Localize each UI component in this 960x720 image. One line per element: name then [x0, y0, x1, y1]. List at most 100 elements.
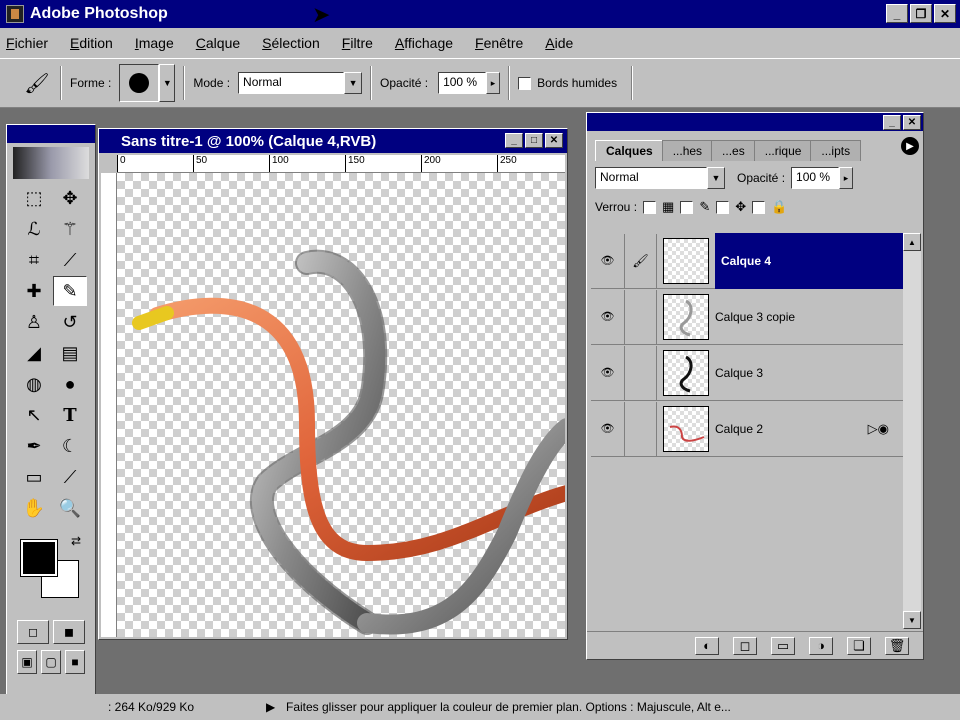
scroll-up-icon[interactable]: ▲: [903, 233, 921, 251]
layer-row[interactable]: 👁 Calque 3 copie: [591, 289, 903, 345]
menu-selection[interactable]: Sélection: [262, 35, 320, 51]
ruler-tick: 100: [269, 155, 289, 172]
palette-menu-icon[interactable]: ▶: [901, 137, 919, 155]
layer-list-scrollbar[interactable]: ▲ ▼: [903, 233, 921, 629]
layer-row[interactable]: 👁 Calque 2 ▷◉: [591, 401, 903, 457]
new-layer-set-icon[interactable]: ▭: [771, 636, 795, 655]
brush-dropdown-button[interactable]: ▼: [159, 64, 176, 102]
healing-icon[interactable]: ✚: [17, 276, 51, 306]
document-title-bar[interactable]: Sans titre-1 @ 100% (Calque 4,RVB) _ □ ✕: [99, 129, 567, 153]
menu-fichier[interactable]: Fichier: [6, 35, 48, 51]
slice-icon[interactable]: ⟋: [53, 245, 87, 275]
layer-thumbnail: [663, 405, 709, 452]
brush-icon[interactable]: ✎: [53, 276, 87, 306]
notes-icon[interactable]: ▭: [17, 462, 51, 492]
menu-edition[interactable]: Edition: [70, 35, 113, 51]
trash-icon[interactable]: 🗑: [885, 636, 909, 655]
move-icon[interactable]: ✥: [53, 183, 87, 213]
lasso-icon[interactable]: ℒ: [17, 214, 51, 244]
screen-mode-full-button[interactable]: ▢: [41, 650, 61, 674]
tab-couches[interactable]: ...hes: [661, 140, 714, 161]
blend-mode-select[interactable]: Normal ▼: [595, 167, 725, 189]
doc-close-button[interactable]: ✕: [545, 133, 563, 148]
gradient-icon[interactable]: ▤: [53, 338, 87, 368]
tab-historique[interactable]: ...rique: [753, 140, 813, 161]
menu-aide[interactable]: Aide: [545, 35, 573, 51]
layer-style-icon[interactable]: ◐: [695, 636, 719, 655]
close-button[interactable]: ✕: [934, 4, 956, 23]
link-empty[interactable]: [625, 401, 657, 456]
mode-select[interactable]: Normal ▼: [238, 72, 363, 94]
type-icon[interactable]: T: [53, 400, 87, 430]
menu-image[interactable]: Image: [135, 35, 174, 51]
blur-icon[interactable]: ◍: [17, 369, 51, 399]
link-empty[interactable]: [625, 289, 657, 344]
eye-icon[interactable]: 👁: [591, 289, 625, 344]
status-bar: : 264 Ko/929 Ko ▶ Faites glisser pour ap…: [0, 694, 960, 720]
menu-filtre[interactable]: Filtre: [342, 35, 373, 51]
eyedropper-icon[interactable]: ⟋: [53, 462, 87, 492]
history-brush-icon[interactable]: ↺: [53, 307, 87, 337]
adjustment-layer-icon[interactable]: ◑: [809, 636, 833, 655]
doc-minimize-button[interactable]: _: [505, 133, 523, 148]
lock-image-checkbox[interactable]: [680, 200, 694, 214]
path-select-icon[interactable]: ↖: [17, 400, 51, 430]
chevron-down-icon[interactable]: ▼: [344, 72, 363, 94]
toolbox-title-bar[interactable]: [7, 125, 95, 143]
eraser-icon[interactable]: ◢: [17, 338, 51, 368]
menu-affichage[interactable]: Affichage: [395, 35, 453, 51]
layer-mask-icon[interactable]: ◻: [733, 636, 757, 655]
brush-link-icon[interactable]: 🖌: [625, 233, 657, 288]
tab-scripts[interactable]: ...ipts: [810, 140, 862, 161]
hand-icon[interactable]: ✋: [17, 493, 51, 523]
scroll-down-icon[interactable]: ▼: [903, 611, 921, 629]
brush-shape-picker[interactable]: [119, 64, 160, 102]
image-canvas[interactable]: [117, 173, 565, 637]
adobe-online-logo[interactable]: [13, 147, 89, 179]
screen-mode-black-button[interactable]: ■: [65, 650, 85, 674]
lock-all-checkbox[interactable]: [752, 200, 766, 214]
tab-traces[interactable]: ...es: [711, 140, 756, 161]
quick-mask-button[interactable]: ◼: [53, 620, 85, 644]
opacity-input[interactable]: 100 % ▸: [438, 72, 501, 94]
swap-colors-icon[interactable]: ⇄: [71, 534, 81, 548]
layer-row[interactable]: 👁 🖌 Calque 4: [591, 232, 903, 289]
wet-edges-checkbox[interactable]: [518, 76, 532, 90]
eye-icon[interactable]: 👁: [591, 401, 625, 456]
standard-mode-button[interactable]: ◻: [17, 620, 49, 644]
new-layer-icon[interactable]: ❏: [847, 636, 871, 655]
layer-row[interactable]: 👁 Calque 3: [591, 345, 903, 401]
menu-calque[interactable]: Calque: [196, 35, 240, 51]
eye-icon[interactable]: 👁: [591, 345, 625, 400]
shape-icon[interactable]: ☾: [53, 431, 87, 461]
link-empty[interactable]: [625, 345, 657, 400]
magic-wand-icon[interactable]: ⚚: [53, 214, 87, 244]
restore-button[interactable]: ❐: [910, 4, 932, 23]
pen-icon[interactable]: ✒: [17, 431, 51, 461]
lock-position-checkbox[interactable]: [716, 200, 730, 214]
status-menu-arrow-icon[interactable]: ▶: [266, 700, 286, 714]
stamp-icon[interactable]: ♙: [17, 307, 51, 337]
doc-maximize-button[interactable]: □: [525, 133, 543, 148]
marquee-icon[interactable]: ⬚: [17, 183, 51, 213]
layer-effects-icon[interactable]: ▷◉: [868, 421, 889, 437]
eye-icon[interactable]: 👁: [591, 233, 625, 288]
crop-icon[interactable]: ⌗: [17, 245, 51, 275]
lock-transparency-checkbox[interactable]: [643, 200, 657, 214]
screen-mode-standard-button[interactable]: ▣: [17, 650, 37, 674]
foreground-color-swatch[interactable]: [20, 539, 58, 577]
layer-opacity-input[interactable]: 100 % ▸: [791, 167, 854, 189]
chevron-down-icon[interactable]: ▼: [707, 167, 725, 189]
dodge-icon[interactable]: ●: [53, 369, 87, 399]
brush-preset-icon[interactable]: 🖌: [22, 68, 52, 98]
tab-calques[interactable]: Calques: [595, 140, 664, 161]
opacity-slider-button[interactable]: ▸: [486, 72, 501, 94]
palette-title-bar[interactable]: _ ✕: [587, 113, 923, 131]
minimize-button[interactable]: _: [886, 4, 908, 23]
palette-minimize-button[interactable]: _: [883, 115, 901, 130]
photoshop-app-icon[interactable]: [6, 5, 24, 23]
palette-close-button[interactable]: ✕: [903, 115, 921, 130]
menu-fenetre[interactable]: Fenêtre: [475, 35, 523, 51]
zoom-icon[interactable]: 🔍: [53, 493, 87, 523]
layer-opacity-slider-button[interactable]: ▸: [839, 167, 854, 189]
